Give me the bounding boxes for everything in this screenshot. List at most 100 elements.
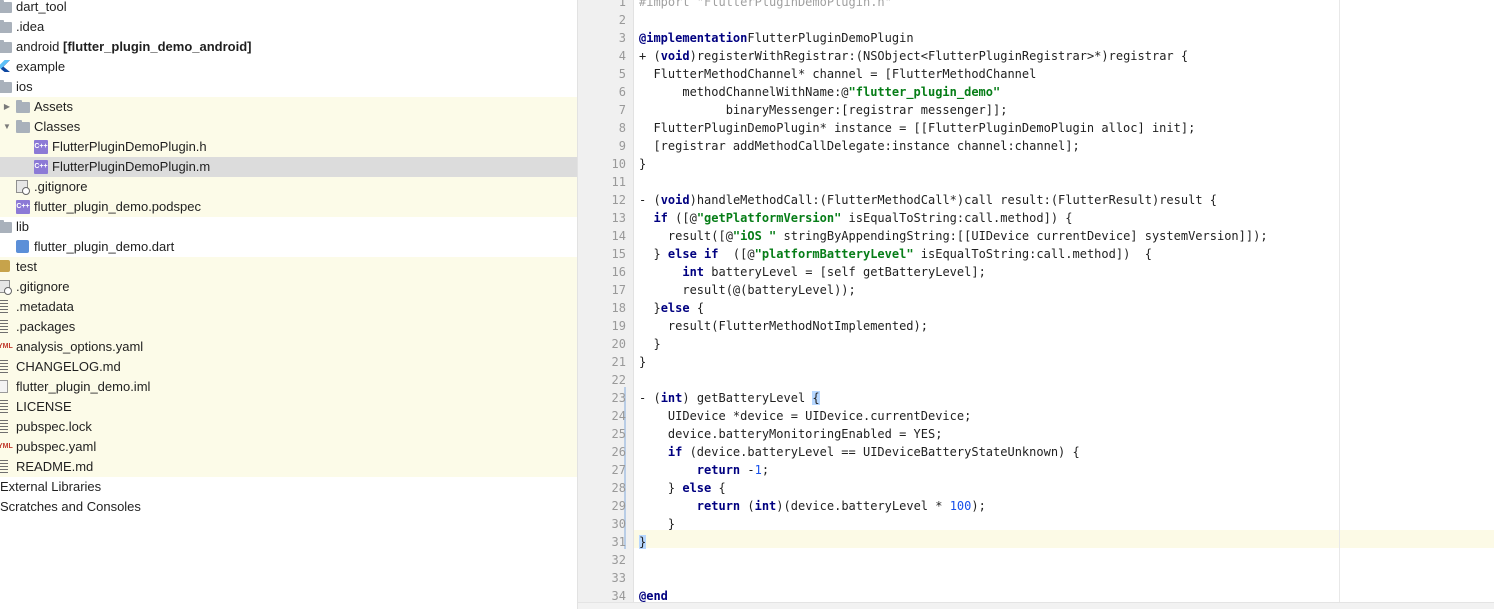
line-number: 6 [618, 85, 626, 99]
tree-item[interactable]: example [0, 57, 577, 77]
tree-item-name: lib [16, 219, 30, 234]
number-token: 1 [754, 463, 762, 477]
expand-arrow-icon[interactable]: ▶ [2, 97, 12, 117]
tree-item[interactable]: .packages [0, 317, 577, 337]
code-token: } [639, 337, 661, 351]
line-number: 12 [611, 193, 626, 207]
code-line[interactable]: 33 [578, 569, 1494, 587]
line-number: 26 [611, 445, 626, 459]
tree-item[interactable]: .gitignore [0, 177, 577, 197]
tree-item-name: flutter_plugin_demo.iml [16, 379, 151, 394]
code-line[interactable]: 6 methodChannelWithName:@"flutter_plugin… [578, 83, 1494, 101]
tree-item[interactable]: README.md [0, 457, 577, 477]
code-text: methodChannelWithName:@"flutter_plugin_d… [639, 83, 1000, 101]
code-line[interactable]: 28 } else { [578, 479, 1494, 497]
tree-item[interactable]: YML analysis_options.yaml [0, 337, 577, 357]
markdown-file-icon [0, 460, 12, 474]
tree-item[interactable]: test [0, 257, 577, 277]
tree-item[interactable]: LICENSE [0, 397, 577, 417]
code-line[interactable]: 16 int batteryLevel = [self getBatteryLe… [578, 263, 1494, 281]
code-line[interactable]: 29 return (int)(device.batteryLevel * 10… [578, 497, 1494, 515]
horizontal-scrollbar[interactable] [578, 602, 1494, 609]
tree-item[interactable]: dart_tool [0, 0, 577, 17]
code-line[interactable]: 9 [registrar addMethodCallDelegate:insta… [578, 137, 1494, 155]
folder-icon [0, 40, 12, 54]
code-line[interactable]: 19 result(FlutterMethodNotImplemented); [578, 317, 1494, 335]
code-line[interactable]: 2 [578, 11, 1494, 29]
tree-item[interactable]: .metadata [0, 297, 577, 317]
tree-item-label: analysis_options.yaml [16, 337, 143, 357]
tree-item[interactable]: External Libraries [0, 477, 577, 497]
line-number: 19 [611, 319, 626, 333]
code-token: )(device.batteryLevel * [776, 499, 950, 513]
tree-item[interactable]: android [flutter_plugin_demo_android] [0, 37, 577, 57]
tree-item-name: FlutterPluginDemoPlugin.h [52, 139, 207, 154]
tree-item[interactable]: YML pubspec.yaml [0, 437, 577, 457]
line-number: 20 [611, 337, 626, 351]
tree-item[interactable]: C++ FlutterPluginDemoPlugin.m [0, 157, 577, 177]
tree-item[interactable]: ▶ Assets [0, 97, 577, 117]
code-line[interactable]: 31} [578, 533, 1494, 551]
tree-item[interactable]: flutter_plugin_demo.dart [0, 237, 577, 257]
code-line[interactable]: 20 } [578, 335, 1494, 353]
code-text: binaryMessenger:[registrar messenger]]; [639, 101, 1008, 119]
collapse-arrow-icon[interactable]: ▼ [2, 117, 12, 137]
code-editor[interactable]: 1 #import "FlutterPluginDemoPlugin.h" 2 3 @i… [577, 0, 1494, 609]
code-line[interactable]: 11 [578, 173, 1494, 191]
tree-item-label: dart_tool [16, 0, 67, 17]
tree-item[interactable]: ▼ Classes [0, 117, 577, 137]
tree-item[interactable]: C++ flutter_plugin_demo.podspec [0, 197, 577, 217]
code-line[interactable]: 25 device.batteryMonitoringEnabled = YES… [578, 425, 1494, 443]
code-line[interactable]: 15 } else if ([@"platformBatteryLevel" i… [578, 245, 1494, 263]
code-line[interactable]: 17 result(@(batteryLevel)); [578, 281, 1494, 299]
tree-item[interactable]: lib [0, 217, 577, 237]
tree-item[interactable]: ios [0, 77, 577, 97]
code-line[interactable]: 13 if ([@"getPlatformVersion" isEqualToS… [578, 209, 1494, 227]
code-line[interactable]: 18 }else { [578, 299, 1494, 317]
code-token: methodChannelWithName:@ [639, 85, 849, 99]
tree-item[interactable]: C++ FlutterPluginDemoPlugin.h [0, 137, 577, 157]
code-text: return -1; [639, 461, 769, 479]
code-text: result([@"iOS " stringByAppendingString:… [639, 227, 1268, 245]
code-line[interactable]: 30 } [578, 515, 1494, 533]
tree-item[interactable]: flutter_plugin_demo.iml [0, 377, 577, 397]
line-number: 21 [611, 355, 626, 369]
tree-item[interactable]: pubspec.lock [0, 417, 577, 437]
code-token: ( [740, 499, 755, 513]
code-line[interactable]: 23 - (int) getBatteryLevel { [578, 389, 1494, 407]
tree-item-label: Classes [34, 117, 80, 137]
code-line[interactable]: 26 if (device.batteryLevel == UIDeviceBa… [578, 443, 1494, 461]
code-line[interactable]: 5 FlutterMethodChannel* channel = [Flutt… [578, 65, 1494, 83]
code-line[interactable]: 32 [578, 551, 1494, 569]
tree-item[interactable]: .gitignore [0, 277, 577, 297]
tree-item[interactable]: CHANGELOG.md [0, 357, 577, 377]
objc-source-icon: C++ [34, 160, 48, 174]
code-line[interactable]: 12 - (void)handleMethodCall:(FlutterMetho… [578, 191, 1494, 209]
tree-item[interactable]: .idea [0, 17, 577, 37]
keyword-token: else [682, 481, 712, 495]
code-line[interactable]: 4 + (void)registerWithRegistrar:(NSObject… [578, 47, 1494, 65]
code-line[interactable]: 21} [578, 353, 1494, 371]
code-text: - (int) getBatteryLevel { [639, 389, 820, 407]
code-line[interactable]: 1 #import "FlutterPluginDemoPlugin.h" [578, 0, 1494, 11]
code-line[interactable]: 3 @implementationFlutterPluginDemoPlugin [578, 29, 1494, 47]
tree-item-name: flutter_plugin_demo.podspec [34, 199, 201, 214]
code-text: if ([@"getPlatformVersion" isEqualToStri… [639, 209, 1072, 227]
line-number: 30 [611, 517, 626, 531]
tree-item[interactable]: Scratches and Consoles [0, 497, 577, 517]
code-line[interactable]: 8 FlutterPluginDemoPlugin* instance = [[… [578, 119, 1494, 137]
line-number: 4 [618, 49, 626, 63]
code-line[interactable]: 14 result([@"iOS " stringByAppendingStri… [578, 227, 1494, 245]
code-line[interactable]: 10} [578, 155, 1494, 173]
tree-item-label: pubspec.yaml [16, 437, 96, 457]
code-line[interactable]: 22 [578, 371, 1494, 389]
code-token: ([@ [718, 247, 755, 261]
code-line[interactable]: 24 UIDevice *device = UIDevice.currentDe… [578, 407, 1494, 425]
iml-file-icon [0, 380, 12, 394]
line-number: 22 [611, 373, 626, 387]
code-text: [registrar addMethodCallDelegate:instanc… [639, 137, 1079, 155]
code-line[interactable]: 27 return -1; [578, 461, 1494, 479]
code-token: isEqualToString:call.method]) { [913, 247, 1152, 261]
code-line[interactable]: 7 binaryMessenger:[registrar messenger]]… [578, 101, 1494, 119]
